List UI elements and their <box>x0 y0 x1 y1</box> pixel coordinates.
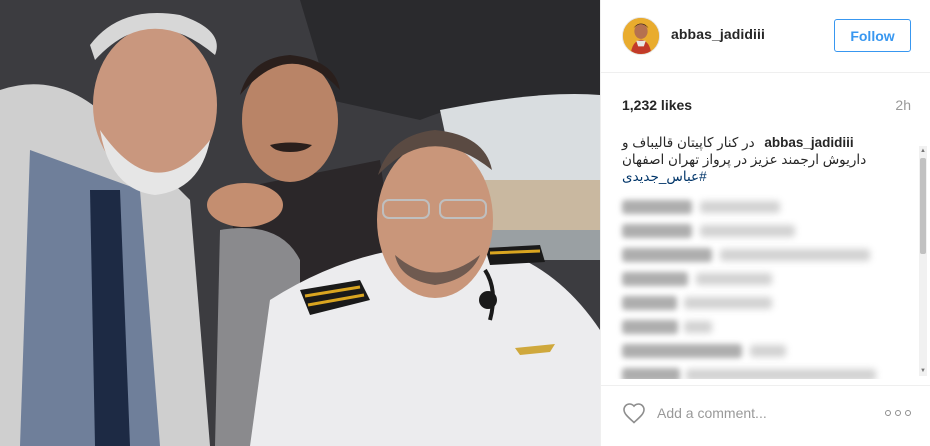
list-item <box>622 244 892 268</box>
profile-avatar[interactable] <box>622 17 660 55</box>
list-item <box>622 220 892 244</box>
scroll-up-icon[interactable]: ▲ <box>919 146 927 156</box>
post-timestamp[interactable]: 2h <box>895 97 911 113</box>
follow-button[interactable]: Follow <box>834 19 911 52</box>
avatar-icon <box>623 18 659 54</box>
list-item <box>622 196 892 220</box>
instagram-post: abbas_jadidiii Follow 1,232 likes 2h abb… <box>0 0 930 446</box>
caption-username[interactable]: abbas_jadidiii <box>764 135 853 150</box>
scroll-down-icon[interactable]: ▼ <box>919 366 927 376</box>
comments-scrollbar[interactable]: ▲ ▼ <box>919 146 927 376</box>
caption-hashtag[interactable]: #عباس_جدیدی <box>622 168 892 185</box>
post-caption: abbas_jadidiii در کنار کاپیتان قالیباف و… <box>622 134 892 185</box>
comment-input[interactable] <box>657 402 857 424</box>
post-username[interactable]: abbas_jadidiii <box>671 26 765 42</box>
post-stats: 1,232 likes 2h <box>601 73 930 127</box>
list-item <box>622 316 892 340</box>
heart-icon[interactable] <box>622 402 646 424</box>
post-photo-illustration <box>0 0 600 446</box>
list-item <box>622 364 892 379</box>
comments-section: abbas_jadidiii در کنار کاپیتان قالیباف و… <box>601 127 930 379</box>
list-item <box>622 268 892 292</box>
post-header: abbas_jadidiii Follow <box>601 0 930 73</box>
list-item <box>622 340 892 364</box>
list-item <box>622 292 892 316</box>
comment-list <box>622 196 892 379</box>
likes-count[interactable]: 1,232 likes <box>622 97 692 113</box>
post-sidebar: abbas_jadidiii Follow 1,232 likes 2h abb… <box>600 0 930 446</box>
post-photo[interactable] <box>0 0 600 446</box>
scroll-thumb[interactable] <box>920 158 926 254</box>
more-options-icon[interactable] <box>885 403 911 423</box>
post-footer <box>601 385 930 446</box>
